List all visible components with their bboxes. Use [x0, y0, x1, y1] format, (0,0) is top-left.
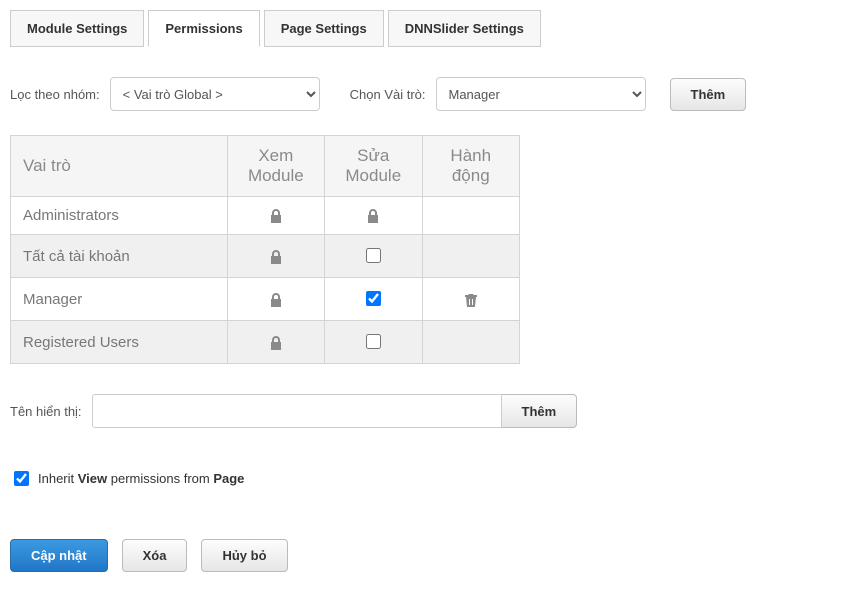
th-view: Xem Module	[227, 136, 324, 197]
table-row: Administrators	[11, 197, 520, 235]
tabs-bar: Module Settings Permissions Page Setting…	[10, 10, 851, 47]
tab-permissions[interactable]: Permissions	[148, 10, 259, 47]
displayname-input[interactable]	[92, 394, 502, 428]
lock-icon	[366, 208, 380, 224]
lock-icon	[269, 335, 283, 351]
inherit-label[interactable]: Inherit View permissions from Page	[38, 471, 244, 486]
tab-page-settings[interactable]: Page Settings	[264, 10, 384, 47]
th-role: Vai trò	[11, 136, 228, 197]
update-button[interactable]: Cập nhật	[10, 539, 108, 572]
trash-icon[interactable]	[464, 292, 478, 308]
cell-edit	[325, 197, 422, 235]
th-action: Hành động	[422, 136, 520, 197]
cell-action	[422, 321, 520, 364]
edit-permission-checkbox[interactable]	[366, 334, 381, 349]
cell-view	[227, 235, 324, 278]
inherit-row: Inherit View permissions from Page	[10, 468, 851, 489]
lock-icon	[269, 249, 283, 265]
add-role-button[interactable]: Thêm	[670, 78, 747, 111]
edit-permission-checkbox[interactable]	[366, 291, 381, 306]
cell-view	[227, 278, 324, 321]
cell-edit	[325, 278, 422, 321]
filter-role-select[interactable]: Manager	[436, 77, 646, 111]
inherit-checkbox[interactable]	[14, 471, 29, 486]
cell-view	[227, 321, 324, 364]
cell-edit	[325, 321, 422, 364]
action-row: Cập nhật Xóa Hủy bỏ	[10, 539, 851, 572]
cell-action	[422, 197, 520, 235]
cell-role: Tất cả tài khoản	[11, 235, 228, 278]
displayname-row: Tên hiển thị: Thêm	[10, 394, 851, 428]
filter-role-label: Chọn Vài trò:	[350, 87, 426, 102]
permissions-table: Vai trò Xem Module Sửa Module Hành động …	[10, 135, 520, 364]
lock-icon	[269, 208, 283, 224]
cell-action	[422, 278, 520, 321]
table-row: Manager	[11, 278, 520, 321]
cell-edit	[325, 235, 422, 278]
delete-button[interactable]: Xóa	[122, 539, 188, 572]
filter-row: Lọc theo nhóm: < Vai trò Global > Chọn V…	[10, 77, 851, 111]
tab-module-settings[interactable]: Module Settings	[10, 10, 144, 47]
cancel-button[interactable]: Hủy bỏ	[201, 539, 287, 572]
cell-view	[227, 197, 324, 235]
table-row: Tất cả tài khoản	[11, 235, 520, 278]
cell-action	[422, 235, 520, 278]
lock-icon	[269, 292, 283, 308]
table-row: Registered Users	[11, 321, 520, 364]
cell-role: Administrators	[11, 197, 228, 235]
filter-group-select[interactable]: < Vai trò Global >	[110, 77, 320, 111]
edit-permission-checkbox[interactable]	[366, 248, 381, 263]
th-edit: Sửa Module	[325, 136, 422, 197]
tab-dnnslider-settings[interactable]: DNNSlider Settings	[388, 10, 541, 47]
filter-group-label: Lọc theo nhóm:	[10, 87, 100, 102]
cell-role: Manager	[11, 278, 228, 321]
cell-role: Registered Users	[11, 321, 228, 364]
add-user-button[interactable]: Thêm	[502, 394, 578, 428]
displayname-label: Tên hiển thị:	[10, 404, 82, 419]
